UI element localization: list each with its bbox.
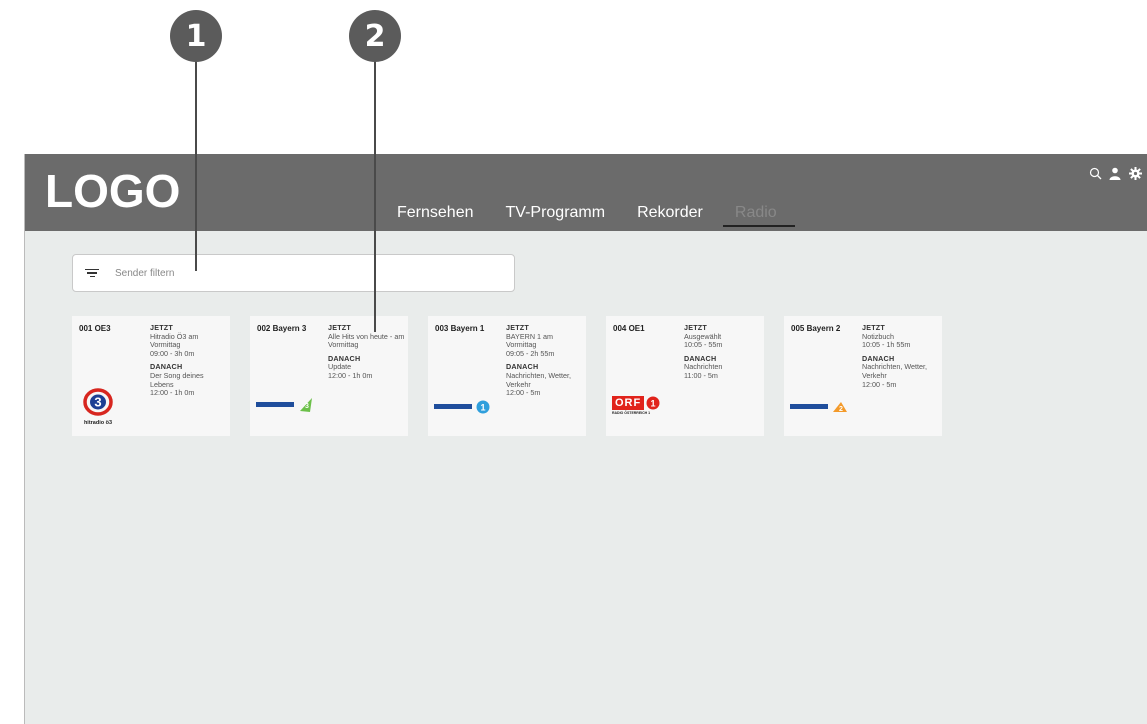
svg-text:3: 3 <box>94 395 101 410</box>
filter-icon[interactable] <box>85 268 99 278</box>
channel-logo: 3 <box>256 396 314 414</box>
program-info: JETZT Ausgewählt 10:05 - 55m DANACH Nach… <box>684 323 762 381</box>
next-time: 12:00 - 5m <box>862 379 897 389</box>
next-time: 12:00 - 5m <box>506 388 541 398</box>
channel-list: 001 OE3 JETZT Hitradio Ö3 am Vormittag 0… <box>72 316 942 436</box>
callout-2-line <box>374 58 376 332</box>
channel-name: 003 Bayern 1 <box>435 324 485 333</box>
next-time: 12:00 - 1h 0m <box>328 370 373 380</box>
logo-text: hitradio ö3 <box>83 420 113 426</box>
channel-name: 005 Bayern 2 <box>791 324 841 333</box>
next-title: Nachrichten, Wetter, Verkehr <box>506 370 571 389</box>
program-info: JETZT BAYERN 1 am Vormittag 09:05 - 2h 5… <box>506 323 584 398</box>
svg-text:1: 1 <box>651 399 656 409</box>
callout-1-line <box>195 58 197 271</box>
now-time: 10:05 - 1h 55m <box>862 340 911 350</box>
next-title: Der Song deines Lebens <box>150 370 204 389</box>
now-time: 09:00 - 3h 0m <box>150 348 195 358</box>
channel-logo: 2 <box>790 398 848 416</box>
now-title: Hitradio Ö3 am Vormittag <box>150 331 199 350</box>
channel-card-oe3[interactable]: 001 OE3 JETZT Hitradio Ö3 am Vormittag 0… <box>72 316 230 436</box>
next-time: 12:00 - 1h 0m <box>150 388 195 398</box>
program-info: JETZT Alle Hits von heute - am Vormittag… <box>328 323 406 381</box>
channel-name: 001 OE3 <box>79 324 111 333</box>
tab-rekorder[interactable]: Rekorder <box>637 204 713 227</box>
logo[interactable]: LOGO <box>45 164 180 218</box>
orf-logo-text: ORF <box>612 396 645 410</box>
tab-radio[interactable]: Radio <box>722 204 795 227</box>
callout-1: 1 <box>170 10 222 62</box>
channel-card-bayern3[interactable]: 002 Bayern 3 JETZT Alle Hits von heute -… <box>250 316 408 436</box>
user-icon[interactable] <box>1108 166 1122 180</box>
next-title: Nachrichten, Wetter, Verkehr <box>862 362 927 380</box>
orf-logo-subtext: RADIO ÖSTERREICH 1 <box>612 411 651 415</box>
main-nav: Fernsehen TV-Programm Rekorder Radio <box>397 204 817 227</box>
channel-logo: 3 hitradio ö3 <box>78 388 118 426</box>
channel-card-bayern2[interactable]: 005 Bayern 2 JETZT Notizbuch 10:05 - 1h … <box>784 316 942 436</box>
now-time: 10:05 - 55m <box>684 340 723 350</box>
svg-text:2: 2 <box>840 406 844 413</box>
program-info: JETZT Notizbuch 10:05 - 1h 55m DANACH Na… <box>862 323 940 389</box>
header-bar: LOGO Fernsehen TV-Programm Rekorder Radi… <box>25 154 1147 231</box>
filter-input[interactable] <box>113 266 497 280</box>
now-title: BAYERN 1 am Vormittag <box>506 331 553 350</box>
search-icon[interactable] <box>1088 166 1102 180</box>
next-time: 11:00 - 5m <box>684 370 718 380</box>
svg-text:3: 3 <box>306 403 310 410</box>
tab-fernsehen[interactable]: Fernsehen <box>397 204 484 227</box>
gear-icon[interactable] <box>1128 166 1142 180</box>
channel-name: 004 OE1 <box>613 324 645 333</box>
channel-card-oe1[interactable]: 004 OE1 JETZT Ausgewählt 10:05 - 55m DAN… <box>606 316 764 436</box>
channel-name: 002 Bayern 3 <box>257 324 307 333</box>
channel-card-bayern1[interactable]: 003 Bayern 1 JETZT BAYERN 1 am Vormittag… <box>428 316 586 436</box>
channel-logo: ORF 1 RADIO ÖSTERREICH 1 <box>612 396 660 415</box>
now-title: Alle Hits von heute - am Vormittag <box>328 331 405 350</box>
now-time: 09:05 - 2h 55m <box>506 348 555 358</box>
channel-filter <box>72 254 515 292</box>
callout-2: 2 <box>349 10 401 62</box>
app-window: LOGO Fernsehen TV-Programm Rekorder Radi… <box>24 154 1147 724</box>
header-icons <box>1088 166 1142 180</box>
channel-logo: 1 <box>434 398 490 416</box>
tab-tv-programm[interactable]: TV-Programm <box>506 204 616 227</box>
program-info: JETZT Hitradio Ö3 am Vormittag 09:00 - 3… <box>150 323 228 398</box>
svg-text:1: 1 <box>481 402 486 412</box>
